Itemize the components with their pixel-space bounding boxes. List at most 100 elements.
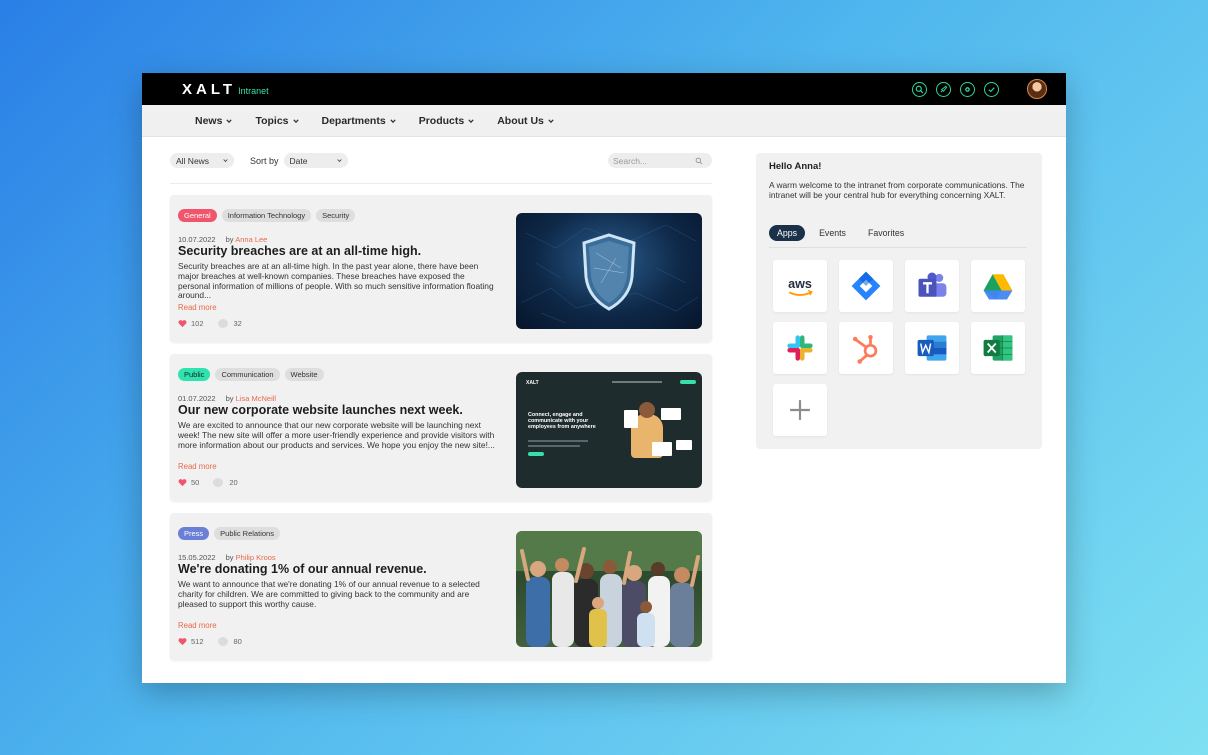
comment-count: 32 [233, 319, 242, 328]
tag-public[interactable]: Public [178, 368, 211, 381]
tab-favorites[interactable]: Favorites [860, 225, 912, 241]
article-image-shield[interactable] [516, 213, 702, 329]
search-input[interactable] [613, 155, 695, 166]
chevron-down-icon [336, 159, 342, 163]
article-date: 15.05.2022 [178, 553, 216, 562]
thumb-button [528, 452, 544, 456]
chevron-down-icon [226, 118, 233, 123]
app-add[interactable] [773, 384, 827, 436]
sort-by-label: Sort by [250, 155, 279, 166]
thumb-card [661, 408, 681, 420]
thumb-card [624, 410, 638, 428]
tab-apps[interactable]: Apps [769, 225, 806, 241]
intranet-window: XALT Intranet News Topics Departments Pr… [142, 73, 1066, 683]
word-icon [917, 335, 947, 361]
by-label: by [225, 394, 234, 403]
search-icon[interactable] [695, 157, 703, 165]
like-count: 50 [191, 478, 200, 487]
article-author[interactable]: Anna Lee [235, 235, 267, 244]
news-card: Public Communication Website 01.07.2022 … [170, 354, 712, 501]
tag-list: Press Public Relations [178, 527, 280, 540]
nav-topics[interactable]: Topics [255, 114, 299, 127]
read-more-link[interactable]: Read more [178, 621, 217, 630]
search-box [608, 153, 712, 168]
nav-about-us[interactable]: About Us [497, 115, 554, 127]
nav-products[interactable]: Products [419, 115, 475, 127]
nav-label: Products [418, 114, 465, 127]
main-nav: News Topics Departments Products About U… [142, 105, 1066, 137]
logo-text: XALT [182, 80, 237, 98]
thumb-person-head [639, 402, 655, 418]
welcome-panel: Hello Anna! A warm welcome to the intran… [756, 153, 1042, 449]
nav-departments[interactable]: Departments [322, 115, 396, 127]
top-bar: XALT Intranet [142, 73, 1066, 105]
heart-icon[interactable] [178, 478, 187, 487]
tag-public-relations[interactable]: Public Relations [214, 527, 280, 540]
comment-icon[interactable] [217, 319, 228, 328]
category-value: All News [176, 155, 210, 166]
category-select[interactable]: All News [170, 153, 234, 168]
thumb-brand: XALT [526, 380, 539, 386]
sort-select[interactable]: Date [283, 153, 348, 168]
chevron-down-icon [548, 118, 554, 123]
google-drive-icon [983, 274, 1013, 300]
by-label: by [225, 235, 234, 244]
thumb-cta [680, 380, 696, 384]
settings-icon[interactable] [960, 82, 975, 97]
search-icon[interactable] [912, 82, 927, 97]
tag-communication[interactable]: Communication [215, 368, 280, 381]
tab-events[interactable]: Events [811, 225, 854, 241]
tag-security[interactable]: Security [316, 209, 356, 222]
app-word[interactable] [905, 322, 959, 374]
heart-icon[interactable] [178, 319, 187, 328]
app-teams[interactable] [905, 260, 959, 312]
app-slack[interactable] [773, 322, 827, 374]
app-aws[interactable]: aws [773, 260, 827, 312]
tag-information-technology[interactable]: Information Technology [221, 209, 312, 222]
article-excerpt: We are excited to announce that our new … [178, 420, 495, 450]
user-avatar[interactable] [1027, 79, 1047, 99]
read-more-link[interactable]: Read more [178, 303, 217, 312]
app-hubspot[interactable] [839, 322, 893, 374]
read-more-link[interactable]: Read more [178, 462, 217, 471]
divider [769, 247, 1027, 248]
hubspot-icon [852, 334, 878, 364]
nav-label: Topics [255, 114, 289, 127]
logo-subtitle: Intranet [238, 85, 269, 96]
article-image-website[interactable]: XALT Connect, engage and communicate wit… [516, 372, 702, 488]
comment-icon[interactable] [217, 637, 228, 646]
article-title[interactable]: Our new corporate website launches next … [178, 403, 463, 417]
teams-icon [918, 272, 947, 297]
rocket-icon[interactable] [936, 82, 951, 97]
like-count: 512 [191, 637, 204, 646]
article-excerpt: We want to announce that we're donating … [178, 579, 480, 609]
comment-icon[interactable] [213, 478, 224, 487]
check-icon[interactable] [984, 82, 999, 97]
article-image-group-photo[interactable] [516, 531, 702, 647]
nav-label: About Us [497, 114, 544, 127]
article-meta: 15.05.2022 by Philip Kroos [178, 553, 276, 562]
news-card: Press Public Relations 15.05.2022 by Phi… [170, 513, 712, 660]
app-jira[interactable] [839, 260, 893, 312]
nav-news[interactable]: News [195, 115, 233, 127]
article-author[interactable]: Lisa McNeill [236, 394, 276, 403]
logo[interactable]: XALT Intranet [182, 81, 269, 98]
add-app-icon [790, 400, 810, 420]
article-author[interactable]: Philip Kroos [236, 553, 276, 562]
tag-general[interactable]: General [178, 209, 217, 222]
thumb-card [676, 440, 692, 450]
app-excel[interactable] [971, 322, 1025, 374]
nav-label: Departments [321, 114, 386, 127]
heart-icon[interactable] [178, 637, 187, 646]
tag-press[interactable]: Press [178, 527, 210, 540]
tag-website[interactable]: Website [284, 368, 324, 381]
thumb-line [528, 445, 580, 447]
article-title[interactable]: Security breaches are at an all-time hig… [178, 244, 421, 258]
article-title[interactable]: We're donating 1% of our annual revenue. [178, 562, 427, 576]
chevron-down-icon [223, 159, 228, 163]
aws-wordmark: aws [788, 277, 812, 291]
aws-icon: aws [788, 277, 813, 296]
thumb-card [652, 442, 672, 456]
top-icons [912, 82, 999, 97]
app-google-drive[interactable] [971, 260, 1025, 312]
